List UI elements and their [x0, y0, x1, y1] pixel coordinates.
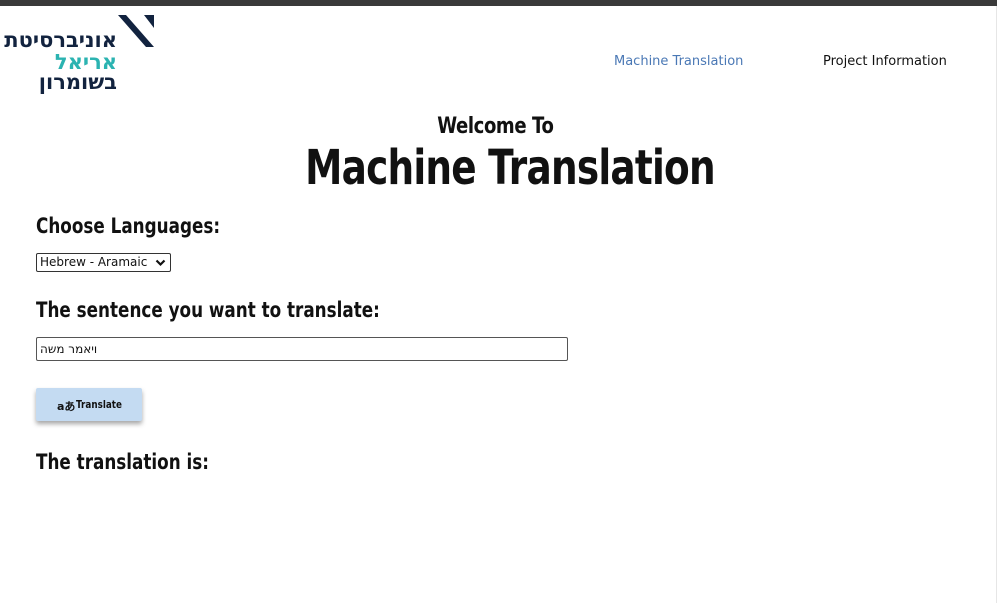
nav-project-information[interactable]: Project Information — [823, 54, 947, 69]
choose-languages-label: Choose Languages: — [36, 214, 221, 238]
translate-icon: aあ — [57, 400, 76, 413]
welcome-heading: Welcome To — [437, 114, 554, 139]
window-top-bar — [0, 0, 997, 6]
chevron-down-icon — [155, 259, 166, 267]
page-title: Machine Translation — [305, 140, 716, 196]
logo-mark-icon — [118, 15, 154, 47]
translate-button[interactable]: aあ Translate — [36, 388, 142, 421]
language-select[interactable]: Hebrew - Aramaic — [36, 253, 171, 272]
university-logo[interactable]: אוניברסיטת אריאל בשומרון — [4, 14, 154, 94]
translate-button-label: Translate — [76, 398, 122, 411]
language-select-value: Hebrew - Aramaic — [40, 255, 148, 269]
translation-result-label: The translation is: — [36, 450, 209, 474]
logo-text-line3: בשומרון — [38, 70, 117, 94]
sentence-input-value: ויאמר משה — [40, 342, 98, 356]
logo-text-line1: אוניברסיטת — [4, 28, 117, 52]
sentence-label: The sentence you want to translate: — [36, 298, 380, 322]
nav-machine-translation[interactable]: Machine Translation — [614, 54, 743, 69]
sentence-input[interactable]: ויאמר משה — [36, 337, 568, 361]
